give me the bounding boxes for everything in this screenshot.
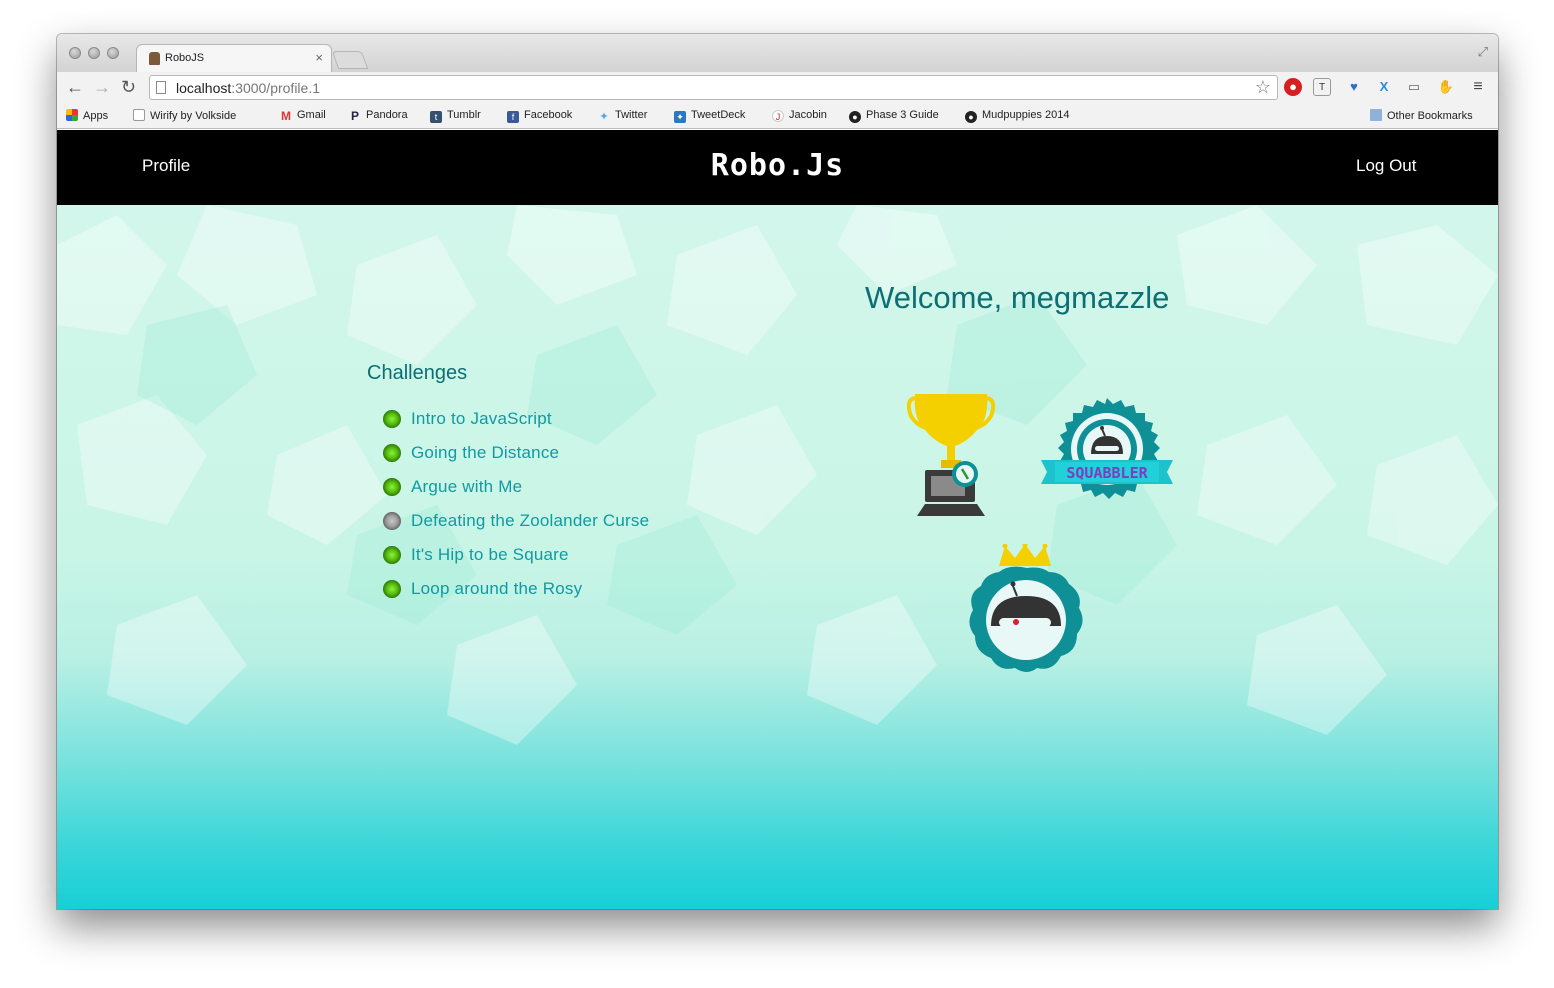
url-text: localhost:3000/profile.1 — [176, 80, 320, 96]
incomplete-status-icon — [383, 512, 401, 530]
github-icon: ● — [965, 111, 977, 123]
page-icon — [133, 109, 145, 121]
challenge-item: Defeating the Zoolander Curse — [383, 504, 649, 538]
challenge-link[interactable]: Defeating the Zoolander Curse — [411, 511, 649, 531]
heart-extension-icon[interactable]: ♥ — [1345, 78, 1363, 96]
bookmark-star-icon[interactable]: ☆ — [1255, 77, 1271, 98]
top-navbar: Profile Robo.Js Log Out — [57, 130, 1498, 205]
bookmark-phase3-guide[interactable]: ● Phase 3 Guide — [849, 109, 939, 123]
zoom-window-button[interactable] — [107, 47, 119, 59]
reload-icon[interactable]: ↻ — [121, 77, 136, 97]
back-icon[interactable]: ← — [66, 77, 84, 97]
browser-window: RoboJS × ⤢ ← → ↻ localhost:3000/profile.… — [57, 34, 1498, 909]
pandora-icon: P — [350, 109, 359, 123]
browser-toolbar: ← → ↻ localhost:3000/profile.1 ☆ ● T ♥ X… — [57, 72, 1498, 104]
challenges-heading: Challenges — [367, 362, 468, 384]
apps-grid-icon — [66, 109, 78, 121]
minimize-window-button[interactable] — [88, 47, 100, 59]
bookmark-gmail[interactable]: M Gmail — [280, 109, 326, 122]
forward-icon[interactable]: → — [93, 77, 111, 97]
challenge-item: Loop around the Rosy — [383, 572, 649, 606]
completed-status-icon — [383, 478, 401, 496]
squabbler-badge-icon: SQUABBLER — [1041, 398, 1173, 499]
challenge-link[interactable]: Intro to JavaScript — [411, 409, 552, 429]
hex-background-pattern — [57, 205, 1498, 745]
jacobin-icon: J — [772, 110, 784, 122]
challenge-item: It's Hip to be Square — [383, 538, 649, 572]
challenge-item: Intro to JavaScript — [383, 402, 649, 436]
bookmark-other[interactable]: Other Bookmarks — [1370, 109, 1473, 122]
page-icon — [156, 81, 166, 94]
github-icon: ● — [849, 111, 861, 123]
bookmark-mudpuppies[interactable]: ● Mudpuppies 2014 — [965, 109, 1069, 123]
facebook-icon: f — [507, 111, 519, 123]
bookmark-jacobin[interactable]: J Jacobin — [772, 109, 827, 122]
new-tab-button[interactable] — [331, 51, 369, 69]
tumblr-icon: t — [430, 111, 442, 123]
bookmark-twitter[interactable]: ✦ Twitter — [598, 109, 647, 123]
crown-robot-badge-icon — [969, 544, 1083, 672]
bookmark-tumblr[interactable]: t Tumblr — [430, 109, 481, 123]
fullscreen-icon[interactable]: ⤢ — [1478, 44, 1488, 60]
adblock-extension-icon[interactable]: ● — [1284, 78, 1302, 96]
tab-title: RoboJS — [165, 52, 205, 64]
welcome-heading: Welcome, megmazzle — [865, 280, 1170, 315]
completed-status-icon — [383, 580, 401, 598]
bookmark-pandora[interactable]: P Pandora — [349, 109, 408, 122]
challenge-item: Going the Distance — [383, 436, 649, 470]
challenge-link[interactable]: Loop around the Rosy — [411, 579, 582, 599]
gmail-icon: M — [281, 109, 291, 123]
close-window-button[interactable] — [69, 47, 81, 59]
gesture-extension-icon[interactable]: ✋ — [1437, 78, 1455, 96]
browser-tab[interactable]: RoboJS × — [136, 44, 332, 72]
squabbler-badge-label: SQUABBLER — [1066, 464, 1148, 482]
bookmark-facebook[interactable]: f Facebook — [507, 109, 572, 123]
robojs-favicon-icon — [149, 52, 160, 65]
completed-status-icon — [383, 410, 401, 428]
completed-status-icon — [383, 444, 401, 462]
tab-strip: RoboJS × ⤢ — [57, 34, 1498, 72]
menu-icon[interactable]: ≡ — [1469, 78, 1487, 96]
cast-icon[interactable]: ▭ — [1405, 78, 1423, 96]
x-extension-icon[interactable]: X — [1375, 78, 1393, 96]
challenge-link[interactable]: Argue with Me — [411, 477, 522, 497]
page-content: Profile Robo.Js Log Out Welcome, megmazz… — [57, 130, 1498, 909]
twitter-icon: ✦ — [599, 111, 609, 123]
bookmark-apps[interactable]: Apps — [66, 109, 108, 122]
brand-logo[interactable]: Robo.Js — [57, 148, 1498, 183]
bookmark-wirify[interactable]: Wirify by Volkside — [133, 109, 236, 122]
logout-link[interactable]: Log Out — [1356, 156, 1417, 176]
tweetdeck-icon: ✦ — [674, 111, 686, 123]
bookmarks-bar: Apps Wirify by Volkside M Gmail P Pandora … — [57, 104, 1498, 129]
trophy-badge-icon — [907, 394, 996, 516]
challenge-item: Argue with Me — [383, 470, 649, 504]
challenge-link[interactable]: It's Hip to be Square — [411, 545, 569, 565]
type-extension-icon[interactable]: T — [1313, 78, 1331, 96]
address-bar[interactable]: localhost:3000/profile.1 ☆ — [149, 75, 1278, 100]
completed-status-icon — [383, 546, 401, 564]
challenge-link[interactable]: Going the Distance — [411, 443, 559, 463]
close-tab-icon[interactable]: × — [315, 50, 323, 65]
bookmark-tweetdeck[interactable]: ✦ TweetDeck — [674, 109, 745, 123]
challenge-list: Intro to JavaScript Going the Distance A… — [383, 402, 649, 606]
folder-icon — [1370, 109, 1382, 121]
